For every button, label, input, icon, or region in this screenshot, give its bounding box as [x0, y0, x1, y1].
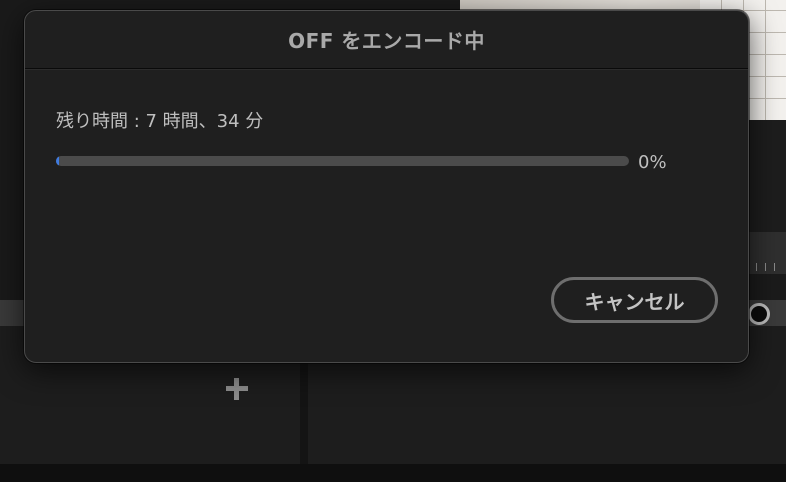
progress-percent: 0% [638, 152, 667, 173]
playhead-circle-icon[interactable] [748, 303, 770, 325]
encoding-dialog: OFF をエンコード中 残り時間 : 7 時間、34 分 0% キャンセル [24, 10, 749, 363]
progress-bar-fill [56, 156, 59, 166]
ruler-tick [774, 263, 775, 271]
plus-icon[interactable] [226, 378, 248, 400]
dialog-title: OFF をエンコード中 [288, 29, 485, 53]
time-remaining-label: 残り時間 : 7 時間、34 分 [56, 111, 264, 132]
background-bottom-strip [0, 464, 786, 482]
ruler-tick [756, 263, 757, 271]
dialog-header: OFF をエンコード中 [25, 11, 748, 69]
progress-bar [56, 156, 629, 166]
ruler-tick [765, 263, 766, 271]
cancel-button[interactable]: キャンセル [551, 277, 718, 323]
